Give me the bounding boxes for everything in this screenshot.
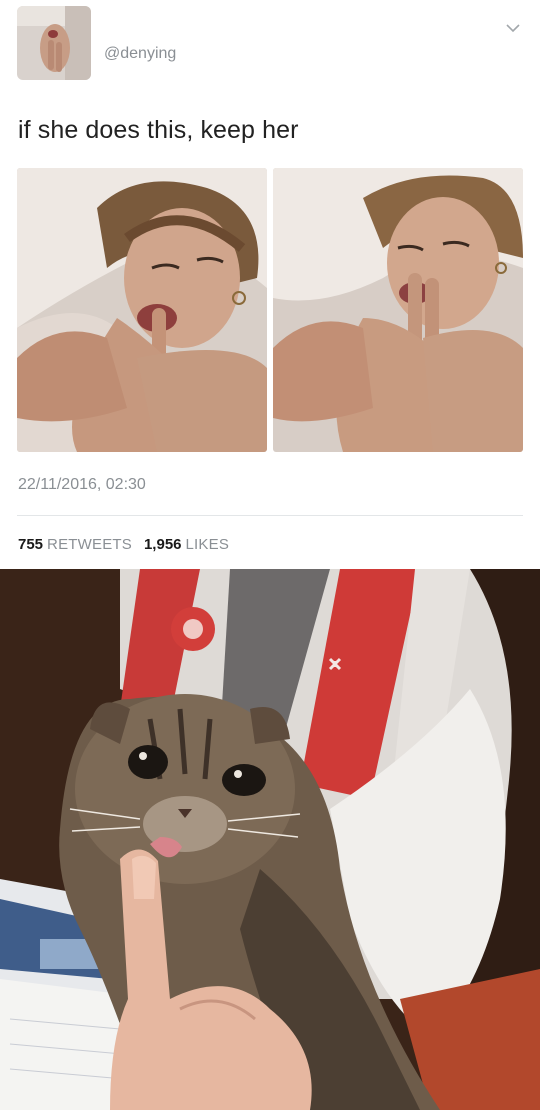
tweet-card: @denying if she does this, keep her 22/1… [0, 0, 540, 568]
user-handle[interactable]: @denying [104, 45, 176, 63]
cat-photo [0, 569, 540, 1110]
retweets-label[interactable]: RETWEETS [47, 536, 132, 553]
tweet-timestamp[interactable]: 22/11/2016, 02:30 [18, 476, 146, 494]
tweet-photo-left[interactable] [17, 168, 267, 452]
likes-label[interactable]: LIKES [186, 536, 230, 553]
tweet-stats: 755 RETWEETS 1,956 LIKES [18, 536, 241, 553]
likes-count[interactable]: 1,956 [144, 536, 182, 553]
retweets-count[interactable]: 755 [18, 536, 43, 553]
chevron-down-icon[interactable] [505, 20, 521, 36]
avatar[interactable] [17, 6, 91, 80]
tweet-photo-right[interactable] [273, 168, 523, 452]
divider [17, 515, 523, 516]
tweet-text: if she does this, keep her [18, 116, 299, 144]
